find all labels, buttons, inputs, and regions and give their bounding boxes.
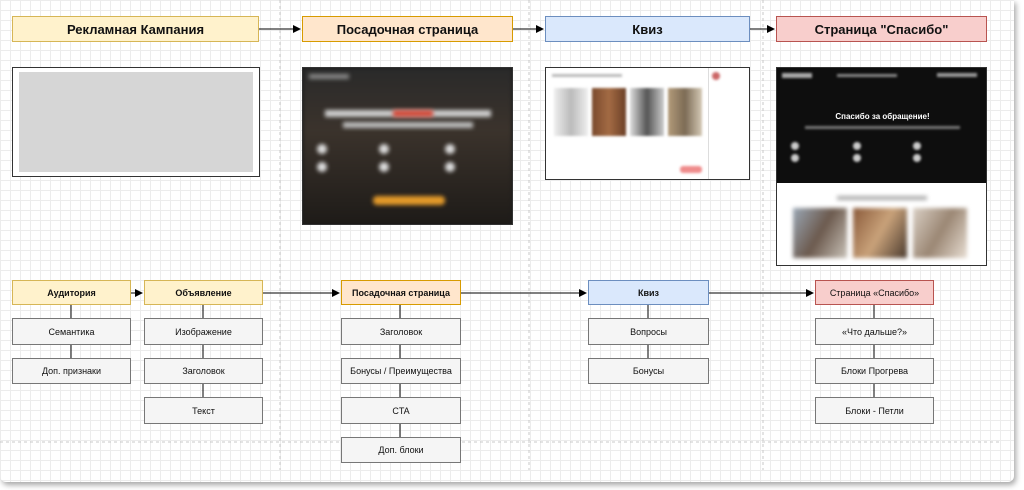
node-ad: Объявление [144,280,263,305]
landing-icon [445,162,455,172]
landing-icon [379,144,389,154]
landing-icon [317,162,327,172]
landing-heading-line-2 [343,122,473,128]
thanks-nav [837,74,897,77]
thanks-icon [853,142,861,150]
node-landing: Посадочная страница [341,280,461,305]
thanks-icon [913,154,921,162]
node-ad-item: Заголовок [144,358,263,384]
quiz-next-button [680,166,702,173]
quiz-option-image [554,88,588,136]
thanks-logo [782,73,812,78]
thanks-title: Спасибо за обращение! [835,112,930,121]
header-quiz: Квиз [545,16,750,42]
ad-campaign-preview [12,67,260,177]
header-thanks-page: Страница "Спасибо" [776,16,987,42]
quiz-title-line [552,74,622,77]
quiz-option-image [668,88,702,136]
thanks-gallery-image [853,208,907,258]
node-thanks-item: Блоки - Петли [815,397,934,424]
thanks-gallery-image [913,208,967,258]
quiz-preview [545,67,750,180]
landing-cta-button [373,196,445,205]
node-landing-item: Заголовок [341,318,461,345]
quiz-divider [708,68,709,179]
quiz-option-image [630,88,664,136]
quiz-avatar [712,72,720,80]
node-quiz: Квиз [588,280,709,305]
landing-icon [317,144,327,154]
node-landing-item: CTA [341,397,461,424]
node-landing-item: Бонусы / Преимущества [341,358,461,384]
node-thanks-item: Блоки Прогрева [815,358,934,384]
thanks-subtitle-line [805,126,960,129]
node-quiz-item: Вопросы [588,318,709,345]
node-quiz-item: Бонусы [588,358,709,384]
node-audience: Аудитория [12,280,131,305]
thanks-gallery-image [793,208,847,258]
node-thanks: Страница «Спасибо» [815,280,934,305]
node-thanks-item: «Что дальше?» [815,318,934,345]
node-landing-item: Доп. блоки [341,437,461,463]
thanks-icon [853,154,861,162]
image-placeholder [19,72,253,172]
node-audience-item: Семантика [12,318,131,345]
landing-accent [393,110,433,117]
diagram-canvas: Рекламная Кампания Посадочная страница К… [0,0,1014,482]
landing-icon [445,144,455,154]
thanks-gallery-title [837,196,927,200]
node-audience-item: Доп. признаки [12,358,131,384]
landing-logo [309,74,349,79]
thanks-dark-section: Спасибо за обращение! [777,68,986,183]
quiz-option-image [592,88,626,136]
thanks-icon [791,154,799,162]
header-landing-page: Посадочная страница [302,16,513,42]
landing-icon [379,162,389,172]
thanks-phone [937,73,977,77]
thanks-icon [913,142,921,150]
thanks-icon [791,142,799,150]
landing-page-preview [302,67,513,225]
thanks-page-preview: Спасибо за обращение! [776,67,987,266]
node-ad-item: Текст [144,397,263,424]
node-ad-item: Изображение [144,318,263,345]
header-ad-campaign: Рекламная Кампания [12,16,259,42]
